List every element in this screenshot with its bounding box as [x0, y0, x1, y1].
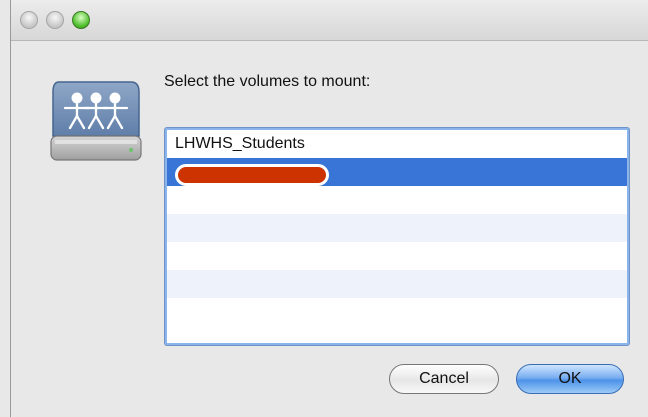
volume-list[interactable]: LHWHS_Students [165, 128, 629, 345]
redacted-volume-name [175, 164, 329, 186]
volume-item-empty[interactable] [167, 214, 627, 242]
minimize-button[interactable] [46, 11, 64, 29]
title-bar [11, 0, 648, 41]
cancel-button[interactable]: Cancel [389, 364, 499, 394]
network-drive-icon [47, 78, 145, 168]
volume-item-empty[interactable] [167, 298, 627, 326]
ok-button[interactable]: OK [516, 364, 624, 394]
volume-item-empty[interactable] [167, 270, 627, 298]
mount-prompt: Select the volumes to mount: [164, 73, 371, 90]
volume-item-selected[interactable] [167, 158, 627, 186]
volume-item-label: LHWHS_Students [175, 135, 305, 152]
mount-volumes-window: Select the volumes to mount: LHWHS_Stude… [10, 0, 648, 417]
volume-item[interactable]: LHWHS_Students [167, 130, 627, 158]
volume-item-empty[interactable] [167, 186, 627, 214]
volume-item-empty[interactable] [167, 242, 627, 270]
close-button[interactable] [20, 11, 38, 29]
zoom-button[interactable] [72, 11, 90, 29]
